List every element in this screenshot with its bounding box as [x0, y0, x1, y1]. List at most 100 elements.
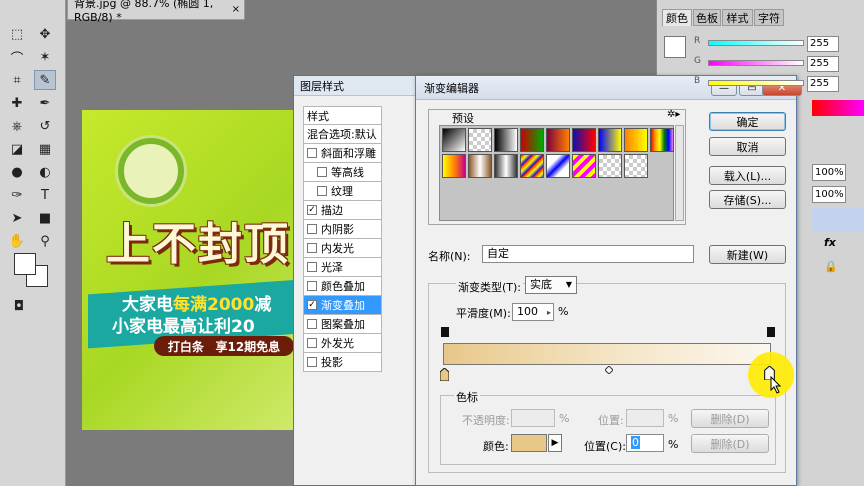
channel-slider-1[interactable]: [708, 60, 804, 66]
preset-swatch[interactable]: [598, 154, 622, 178]
load-button[interactable]: 载入(L)...: [709, 166, 786, 185]
channel-slider-0[interactable]: [708, 40, 804, 46]
opacity-stop-left[interactable]: [441, 327, 449, 337]
magic-wand-icon[interactable]: ✶: [34, 47, 56, 67]
preset-swatch[interactable]: [546, 128, 570, 152]
smooth-input[interactable]: 100 ▸: [512, 303, 554, 321]
name-input[interactable]: 自定: [482, 245, 694, 263]
checkbox-icon[interactable]: [307, 224, 317, 234]
marquee-icon[interactable]: ⬚: [6, 24, 28, 44]
path-select-icon[interactable]: ➤: [6, 208, 28, 228]
preset-swatch[interactable]: [572, 154, 596, 178]
new-button[interactable]: 新建(W): [709, 245, 786, 264]
preset-swatch[interactable]: [468, 128, 492, 152]
style-item-7[interactable]: 颜色叠加: [303, 277, 382, 296]
selected-layer-row[interactable]: [812, 208, 864, 232]
checkbox-icon[interactable]: [307, 357, 317, 367]
preset-swatch[interactable]: [468, 154, 492, 178]
checkbox-checked-icon[interactable]: ✓: [307, 300, 317, 310]
style-item-8[interactable]: ✓ 渐变叠加: [303, 296, 382, 315]
tab-0[interactable]: 颜色: [662, 9, 692, 26]
close-tab-icon[interactable]: ×: [232, 4, 240, 15]
hand-icon[interactable]: ✋: [6, 231, 28, 251]
arrow-right-icon[interactable]: ▸: [547, 305, 551, 321]
type-icon[interactable]: T: [34, 185, 56, 205]
foreground-color-swatch[interactable]: [14, 253, 36, 275]
style-item-10[interactable]: 外发光: [303, 334, 382, 353]
channel-value-1[interactable]: 255: [807, 56, 839, 72]
gradient-bar[interactable]: [443, 343, 771, 365]
preset-swatch[interactable]: [520, 128, 544, 152]
checkbox-icon[interactable]: [307, 319, 317, 329]
style-item-1[interactable]: 等高线: [303, 163, 382, 182]
crop-icon[interactable]: ⌗: [6, 70, 28, 90]
ok-button[interactable]: 确定: [709, 112, 786, 131]
checkbox-icon[interactable]: [317, 167, 327, 177]
quick-mask-icon[interactable]: ◘: [8, 296, 30, 316]
checkbox-icon[interactable]: [317, 186, 327, 196]
preset-swatch[interactable]: [520, 154, 544, 178]
style-item-9[interactable]: 图案叠加: [303, 315, 382, 334]
midpoint-diamond[interactable]: [605, 366, 613, 374]
gear-icon[interactable]: ✲▸: [667, 109, 680, 120]
location-input[interactable]: 0: [626, 434, 664, 452]
blend-options[interactable]: 混合选项:默认: [303, 125, 382, 144]
document-canvas[interactable]: 上不封顶 大家电每满2000减 小家电最高让利20 打白条 享12期免息: [82, 110, 294, 430]
preset-swatch[interactable]: [442, 128, 466, 152]
lasso-icon[interactable]: ⌒: [6, 47, 28, 67]
style-item-11[interactable]: 投影: [303, 353, 382, 372]
style-item-4[interactable]: 内阴影: [303, 220, 382, 239]
type-select[interactable]: 实底 ▼: [525, 276, 577, 294]
save-button[interactable]: 存储(S)...: [709, 190, 786, 209]
opacity-stop-right[interactable]: [767, 327, 775, 337]
preset-swatch[interactable]: [494, 154, 518, 178]
checkbox-icon[interactable]: [307, 148, 317, 158]
checkbox-icon[interactable]: [307, 338, 317, 348]
percent-field-1[interactable]: 100%: [812, 186, 846, 203]
tab-3[interactable]: 字符: [754, 9, 784, 26]
preset-scrollbar[interactable]: [675, 125, 684, 221]
blur-icon[interactable]: ●: [6, 162, 28, 182]
preset-swatch[interactable]: [650, 128, 674, 152]
zoom-icon[interactable]: ⚲: [34, 231, 56, 251]
preset-swatch[interactable]: [624, 128, 648, 152]
gradient-icon[interactable]: ▦: [34, 139, 56, 159]
color-menu-arrow[interactable]: ▶: [548, 434, 562, 452]
style-item-5[interactable]: 内发光: [303, 239, 382, 258]
checkbox-icon[interactable]: [307, 281, 317, 291]
eyedropper-icon[interactable]: ✎: [34, 70, 56, 90]
healing-icon[interactable]: ✚: [6, 93, 28, 113]
color-stop-left[interactable]: [440, 368, 449, 381]
color-swatch[interactable]: [664, 36, 686, 58]
color-spectrum[interactable]: [812, 100, 864, 116]
preset-swatch[interactable]: [546, 154, 570, 178]
history-brush-icon[interactable]: ↺: [34, 116, 56, 136]
style-item-3[interactable]: ✓ 描边: [303, 201, 382, 220]
move-icon[interactable]: ✥: [34, 24, 56, 44]
eraser-icon[interactable]: ◪: [6, 139, 28, 159]
channel-slider-2[interactable]: [708, 80, 804, 86]
style-item-2[interactable]: 纹理: [303, 182, 382, 201]
tab-1[interactable]: 色板: [693, 9, 721, 26]
stamp-icon[interactable]: ⎈: [6, 116, 28, 136]
style-item-6[interactable]: 光泽: [303, 258, 382, 277]
document-tab[interactable]: 背景.jpg @ 88.7% (椭圆 1, RGB/8) * ×: [67, 0, 245, 24]
dodge-icon[interactable]: ◐: [34, 162, 56, 182]
preset-swatch[interactable]: [572, 128, 596, 152]
preset-swatch[interactable]: [624, 154, 648, 178]
brush-icon[interactable]: ✒: [34, 93, 56, 113]
checkbox-icon[interactable]: [307, 243, 317, 253]
pen-icon[interactable]: ✑: [6, 185, 28, 205]
channel-value-0[interactable]: 255: [807, 36, 839, 52]
fx-icon[interactable]: fx: [824, 236, 836, 249]
tab-2[interactable]: 样式: [722, 9, 753, 26]
percent-field-0[interactable]: 100%: [812, 164, 846, 181]
preset-swatch[interactable]: [494, 128, 518, 152]
shape-icon[interactable]: ■: [34, 208, 56, 228]
preset-swatch[interactable]: [598, 128, 622, 152]
checkbox-checked-icon[interactable]: ✓: [307, 205, 317, 215]
styles-header[interactable]: 样式: [303, 106, 382, 125]
checkbox-icon[interactable]: [307, 262, 317, 272]
style-item-0[interactable]: 斜面和浮雕: [303, 144, 382, 163]
cancel-button[interactable]: 取消: [709, 137, 786, 156]
